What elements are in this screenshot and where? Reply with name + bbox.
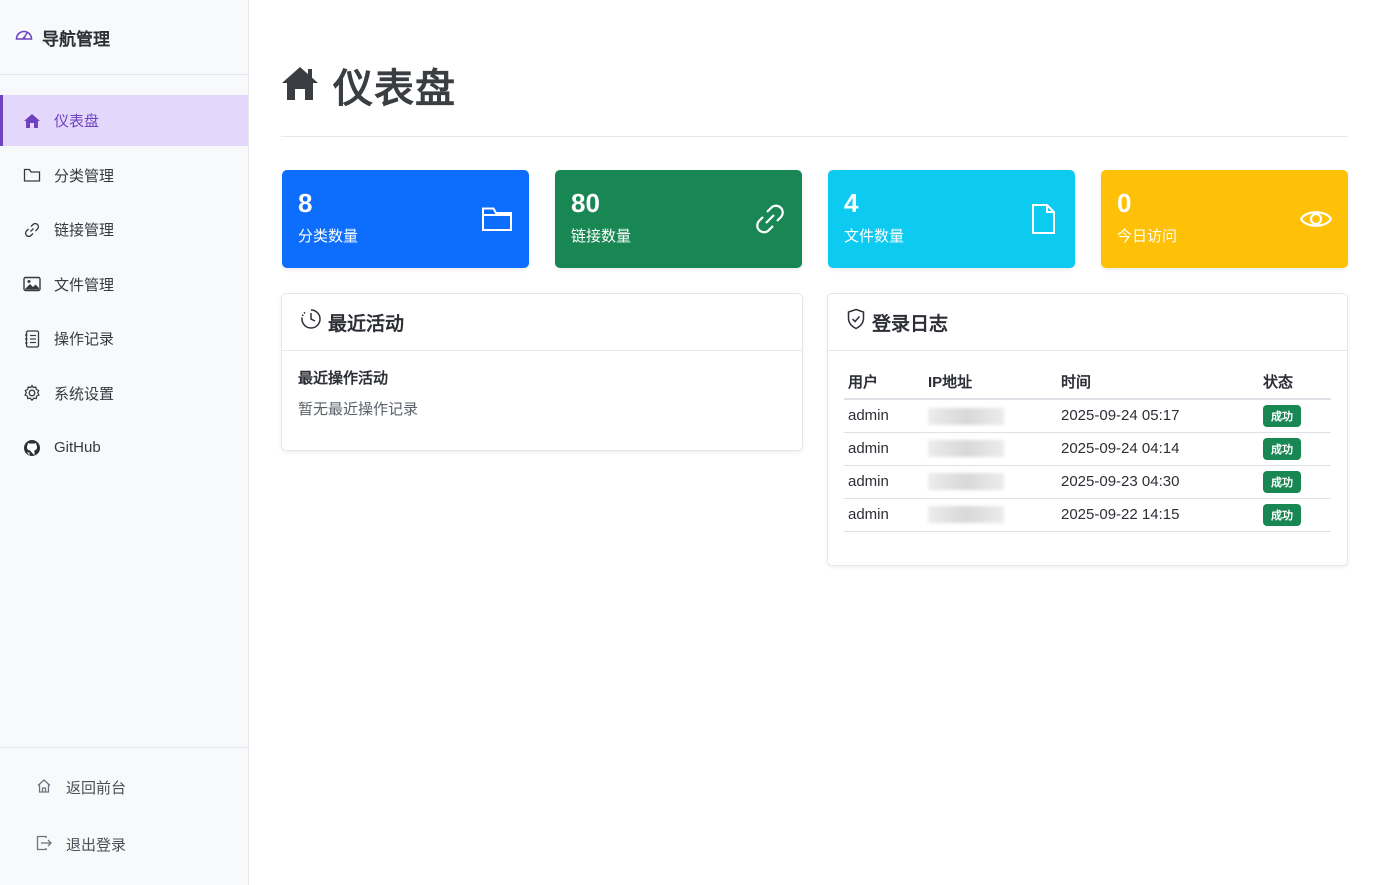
cell-time: 2025-09-22 14:15 bbox=[1057, 498, 1259, 532]
table-row: admin 2025-09-24 05:17 成功 bbox=[844, 399, 1331, 433]
file-icon bbox=[1027, 203, 1059, 235]
cell-user: admin bbox=[844, 465, 924, 499]
link-icon bbox=[22, 220, 42, 240]
house-icon bbox=[22, 111, 42, 131]
stat-card-visits: 0 今日访问 bbox=[1101, 170, 1348, 268]
back-to-frontend-link[interactable]: 返回前台 bbox=[0, 759, 248, 816]
journal-icon bbox=[22, 329, 42, 349]
sidebar-item-settings[interactable]: 系统设置 bbox=[0, 368, 248, 419]
cell-user: admin bbox=[844, 498, 924, 532]
table-row: admin 2025-09-22 14:15 成功 bbox=[844, 498, 1331, 532]
cell-time: 2025-09-24 05:17 bbox=[1057, 399, 1259, 433]
house-icon bbox=[281, 65, 319, 106]
sidebar-item-label: 文件管理 bbox=[54, 276, 115, 294]
sidebar: 导航管理 仪表盘 分类管理 链接管理 文件管理 操作记录 系统设置 GitHub… bbox=[0, 0, 249, 885]
recent-activity-panel: 最近活动 最近操作活动 暂无最近操作记录 bbox=[281, 293, 803, 451]
column-header-user: 用户 bbox=[844, 371, 924, 400]
ip-redacted bbox=[928, 440, 1004, 458]
cell-time: 2025-09-23 04:30 bbox=[1057, 465, 1259, 499]
github-icon bbox=[22, 438, 42, 458]
sidebar-item-label: 系统设置 bbox=[54, 385, 115, 403]
sidebar-item-label: 仪表盘 bbox=[54, 113, 100, 130]
folder-icon bbox=[22, 165, 42, 185]
sidebar-item-label: 分类管理 bbox=[54, 167, 115, 185]
cell-status: 成功 bbox=[1259, 498, 1331, 532]
table-header-row: 用户 IP地址 时间 状态 bbox=[844, 371, 1331, 400]
page-title: 仪表盘 bbox=[333, 67, 456, 111]
recent-activity-header: 最近活动 bbox=[282, 294, 802, 351]
ip-redacted bbox=[928, 473, 1004, 491]
cell-status: 成功 bbox=[1259, 399, 1331, 433]
recent-activity-body: 最近操作活动 暂无最近操作记录 bbox=[282, 351, 802, 435]
cell-ip bbox=[924, 399, 1057, 433]
cell-status: 成功 bbox=[1259, 465, 1331, 499]
stat-card-files: 4 文件数量 bbox=[828, 170, 1075, 268]
status-badge: 成功 bbox=[1263, 437, 1301, 460]
sidebar-item-categories[interactable]: 分类管理 bbox=[0, 150, 248, 201]
link-icon bbox=[754, 203, 786, 235]
ip-redacted bbox=[928, 407, 1004, 425]
clock-icon bbox=[300, 308, 322, 336]
cell-ip bbox=[924, 465, 1057, 499]
status-badge: 成功 bbox=[1263, 404, 1301, 427]
stat-cards: 8 分类数量 80 链接数量 4 文件数量 0 今日访问 bbox=[282, 170, 1348, 268]
cell-ip bbox=[924, 432, 1057, 466]
logout-label: 退出登录 bbox=[66, 837, 127, 854]
cell-user: admin bbox=[844, 399, 924, 433]
logout-icon bbox=[36, 835, 52, 855]
cell-user: admin bbox=[844, 432, 924, 466]
stat-card-links: 80 链接数量 bbox=[555, 170, 802, 268]
house-outline-icon bbox=[36, 778, 52, 798]
login-log-header: 登录日志 bbox=[828, 294, 1347, 351]
header-divider bbox=[281, 136, 1348, 137]
ip-redacted bbox=[928, 506, 1004, 524]
table-row: admin 2025-09-24 04:14 成功 bbox=[844, 432, 1331, 466]
cell-time: 2025-09-24 04:14 bbox=[1057, 432, 1259, 466]
column-header-status: 状态 bbox=[1259, 371, 1331, 400]
stat-card-categories: 8 分类数量 bbox=[282, 170, 529, 268]
sidebar-nav: 仪表盘 分类管理 链接管理 文件管理 操作记录 系统设置 GitHub bbox=[0, 95, 248, 477]
recent-activity-title: 最近活动 bbox=[328, 313, 405, 335]
sidebar-item-label: 链接管理 bbox=[54, 222, 115, 239]
sidebar-item-files[interactable]: 文件管理 bbox=[0, 259, 248, 310]
gear-icon bbox=[22, 383, 42, 403]
sidebar-item-links[interactable]: 链接管理 bbox=[0, 204, 248, 255]
cell-status: 成功 bbox=[1259, 432, 1331, 466]
column-header-ip: IP地址 bbox=[924, 371, 1057, 400]
login-log-title: 登录日志 bbox=[872, 313, 949, 335]
folder-icon bbox=[481, 203, 513, 235]
login-log-panel: 登录日志 用户 IP地址 时间 状态 admin 2025-09-24 05:1… bbox=[827, 293, 1348, 566]
cell-ip bbox=[924, 498, 1057, 532]
image-icon bbox=[22, 274, 42, 294]
speedometer-icon bbox=[14, 25, 34, 50]
logout-link[interactable]: 退出登录 bbox=[0, 816, 248, 873]
brand[interactable]: 导航管理 bbox=[0, 0, 248, 75]
shield-check-icon bbox=[846, 308, 866, 336]
sidebar-item-label: GitHub bbox=[54, 439, 101, 456]
recent-subtitle: 最近操作活动 bbox=[298, 370, 389, 387]
status-badge: 成功 bbox=[1263, 470, 1301, 493]
recent-empty-text: 暂无最近操作记录 bbox=[298, 401, 419, 418]
sidebar-item-dashboard[interactable]: 仪表盘 bbox=[0, 95, 248, 146]
page-header: 仪表盘 bbox=[281, 56, 456, 114]
table-row: admin 2025-09-23 04:30 成功 bbox=[844, 465, 1331, 499]
eye-icon bbox=[1299, 203, 1333, 235]
brand-title: 导航管理 bbox=[42, 29, 110, 49]
back-to-frontend-label: 返回前台 bbox=[66, 780, 127, 797]
sidebar-bottom: 返回前台 退出登录 bbox=[0, 747, 248, 873]
sidebar-item-github[interactable]: GitHub bbox=[0, 422, 248, 473]
status-badge: 成功 bbox=[1263, 503, 1301, 526]
login-log-table: 用户 IP地址 时间 状态 admin 2025-09-24 05:17 成功 … bbox=[844, 371, 1331, 532]
main-content: 仪表盘 8 分类数量 80 链接数量 4 文件数量 0 今日访问 最近活动 最近… bbox=[249, 0, 1380, 885]
sidebar-item-label: 操作记录 bbox=[54, 331, 115, 348]
column-header-time: 时间 bbox=[1057, 371, 1259, 400]
sidebar-item-logs[interactable]: 操作记录 bbox=[0, 313, 248, 364]
